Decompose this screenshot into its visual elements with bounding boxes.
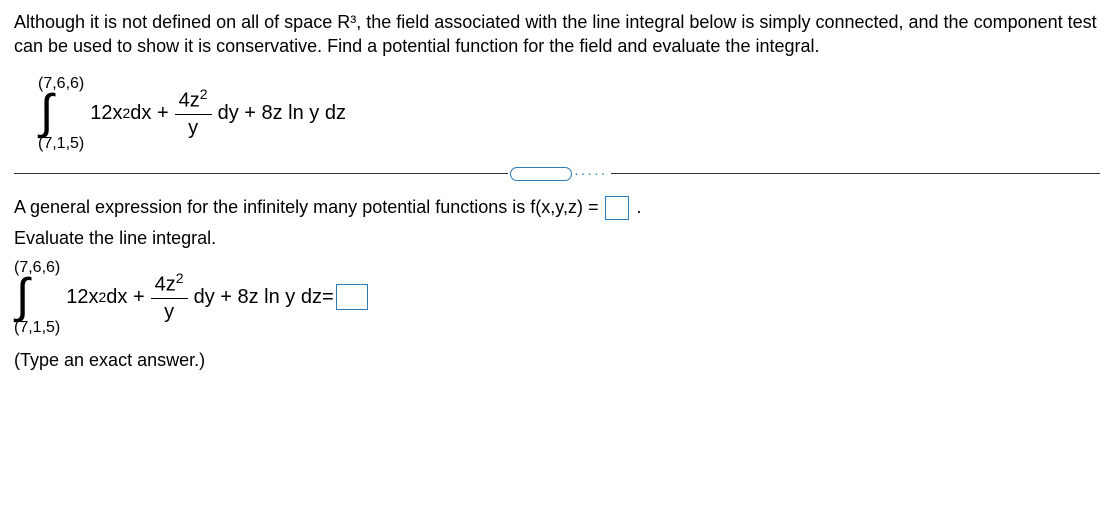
integral-sign-icon-2: ∫ [14,278,31,316]
fraction: 4z2 y [175,85,212,143]
term1-coef: 12x [90,100,122,127]
term1-exp: 2 [123,104,131,123]
divider-handle[interactable]: ····· [508,164,611,183]
after-frac: dy + 8z ln y dz [218,100,346,127]
integrand: 12x2 dx + 4z2 y dy + 8z ln y dz [90,85,346,143]
slider-pill-icon [510,167,572,181]
frac-num-exp: 2 [200,86,208,102]
lower-limit-2: (7,1,5) [14,317,60,339]
slider-dots-icon: ····· [574,164,607,183]
problem-statement: Although it is not defined on all of spa… [14,10,1100,59]
divider-line-right [611,173,1100,174]
q1-prompt-before: A general expression for the infinitely … [14,197,603,217]
term1-diff-2: dx + [106,284,144,311]
q2-integral: (7,6,6) ∫ (7,1,5) 12x2 dx + 4z2 y dy + 8… [14,257,1100,339]
q2-answer-input[interactable] [336,284,368,310]
integral-symbol-block-2: (7,6,6) ∫ (7,1,5) [14,257,60,339]
term1-exp-2: 2 [99,288,107,307]
q2-hint: (Type an exact answer.) [14,348,1100,372]
divider-line-left [14,173,508,174]
problem-text: Although it is not defined on all of spa… [14,12,1097,56]
lower-limit: (7,1,5) [38,133,84,155]
fraction-2: 4z2 y [151,269,188,327]
term1-diff: dx + [130,100,168,127]
frac-num-coef: 4z [179,89,200,111]
integral-sign-icon: ∫ [38,94,55,132]
equals: = [322,284,334,311]
integral-symbol-block: (7,6,6) ∫ (7,1,5) [38,73,84,155]
integrand-2: 12x2 dx + 4z2 y dy + 8z ln y dz = [66,269,369,327]
frac-num-coef-2: 4z [155,273,176,295]
display-integral: (7,6,6) ∫ (7,1,5) 12x2 dx + 4z2 y dy + 8… [38,73,1100,155]
q1-answer-input[interactable] [605,196,629,220]
q1-prompt-after: . [636,197,641,217]
section-divider: ····· [14,164,1100,183]
q2-heading: Evaluate the line integral. [14,226,1100,250]
frac-num-exp-2: 2 [176,270,184,286]
question-1: A general expression for the infinitely … [14,195,1100,220]
frac-den-2: y [160,299,178,326]
frac-den: y [184,115,202,142]
term1-coef-2: 12x [66,284,98,311]
after-frac-2: dy + 8z ln y dz [194,284,322,311]
